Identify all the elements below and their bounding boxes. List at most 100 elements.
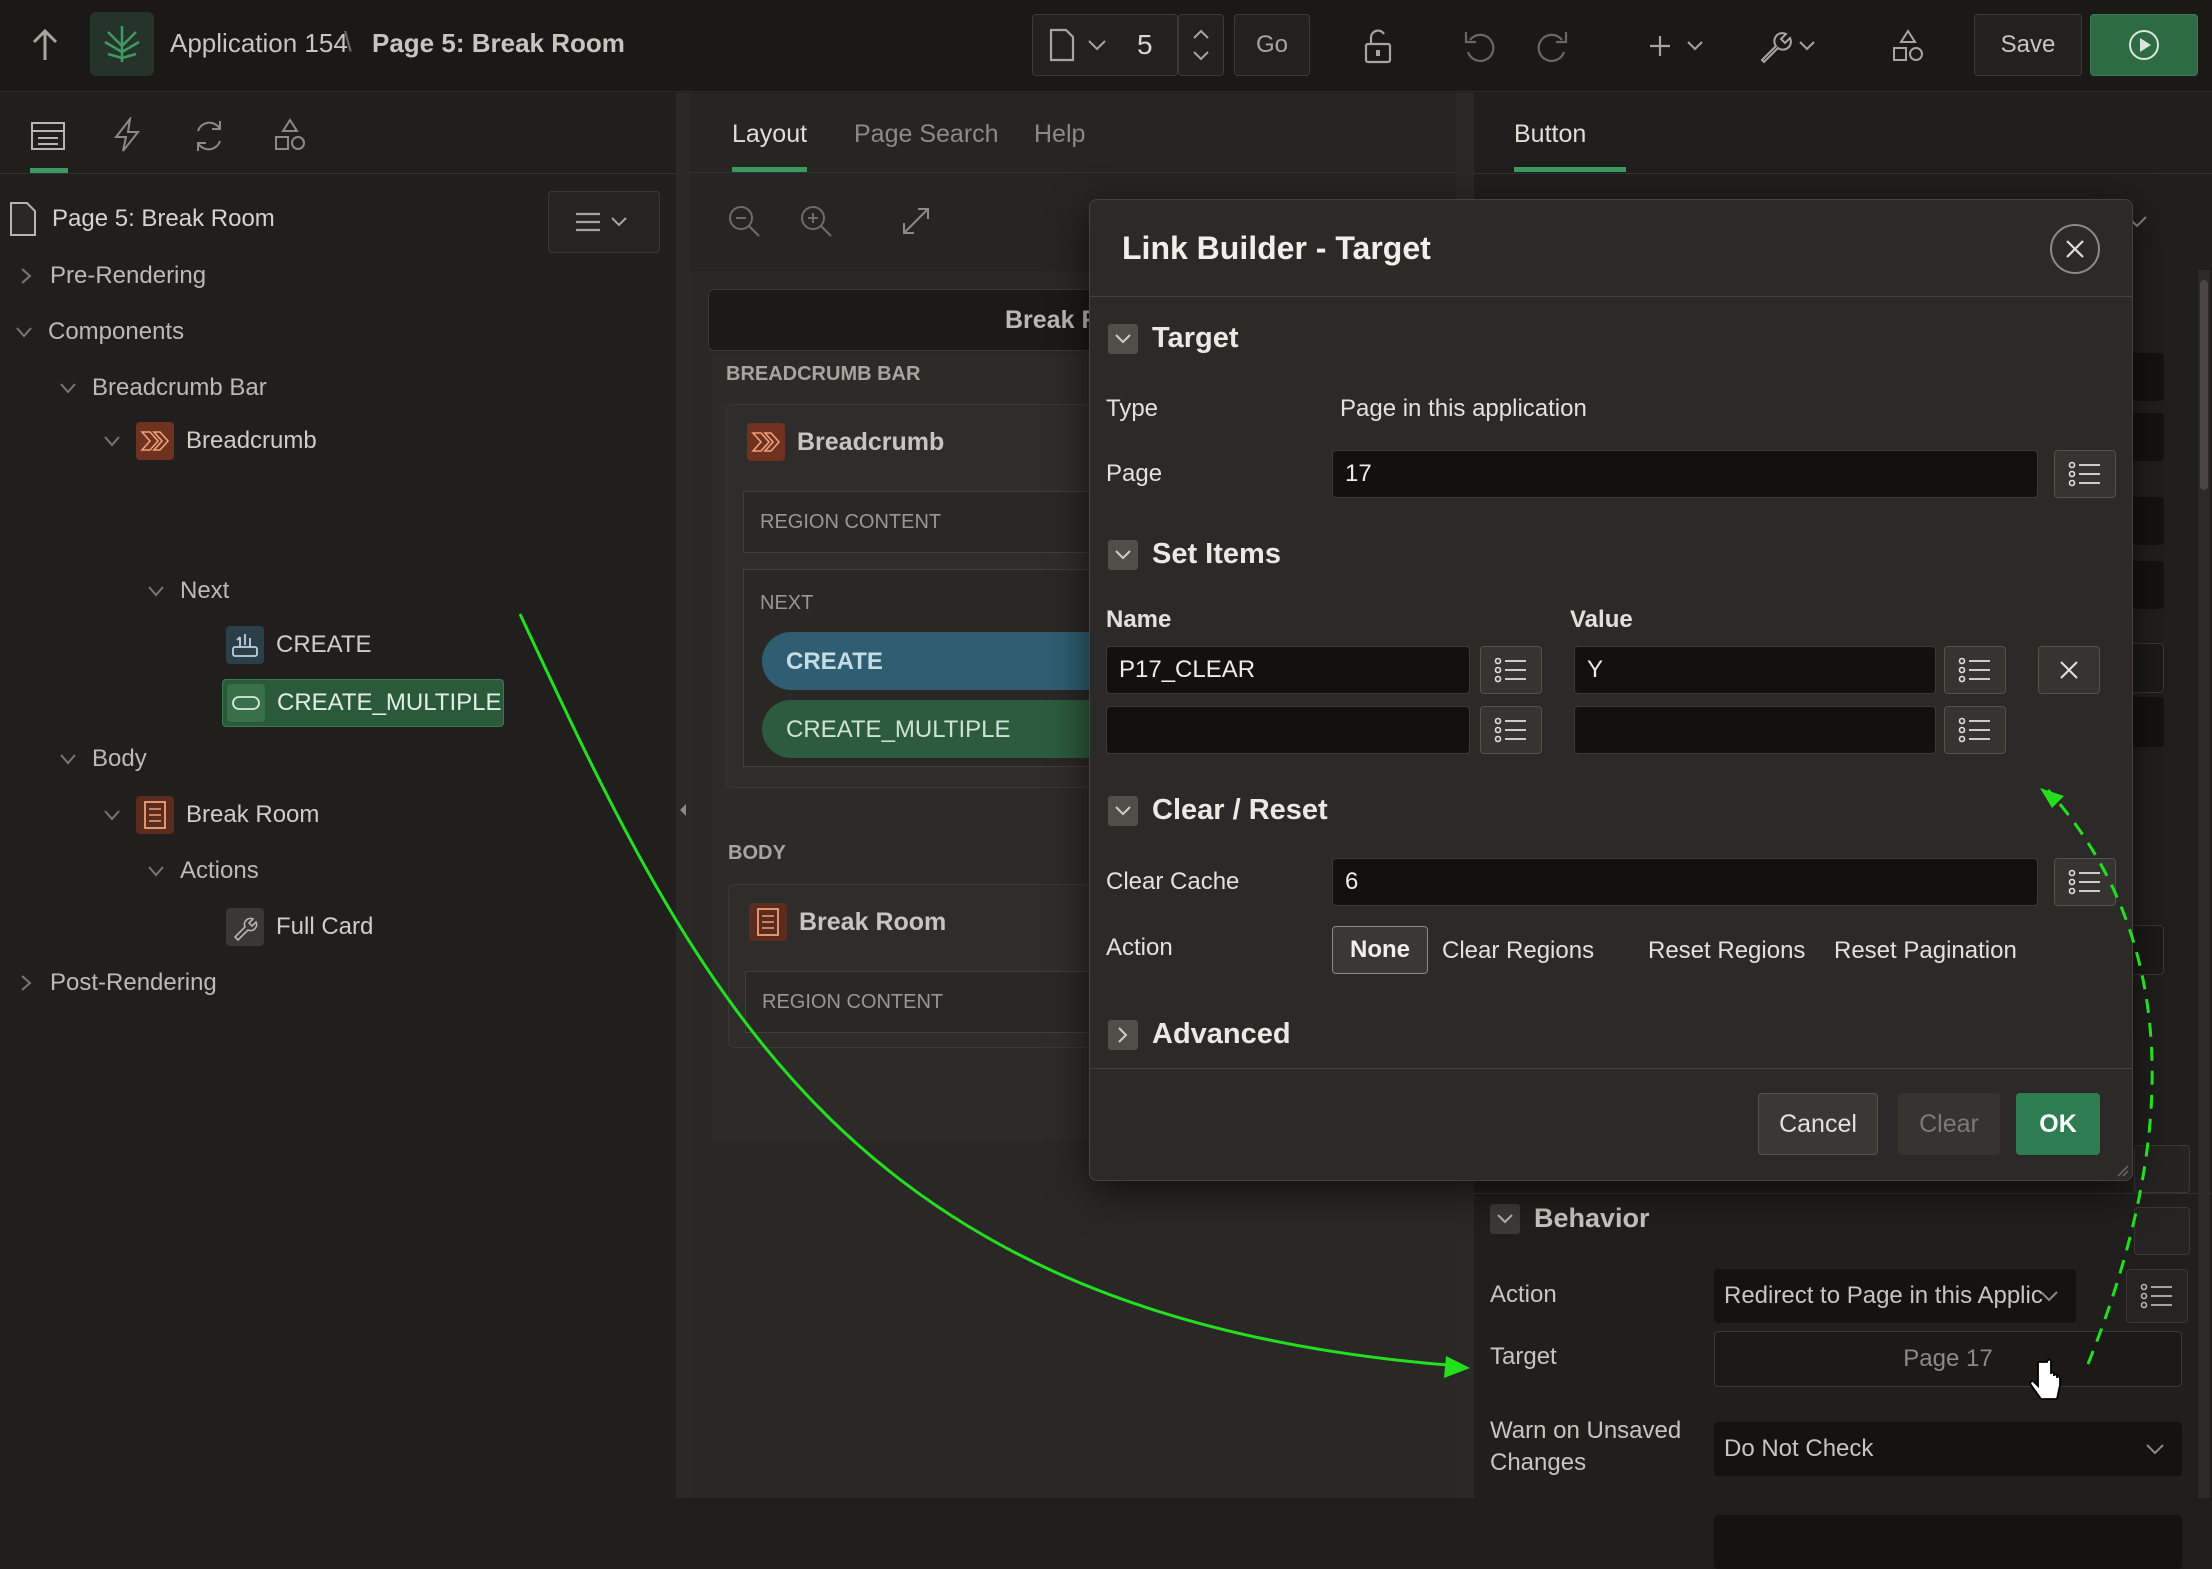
button-icon	[226, 626, 264, 664]
clear-cache-label: Clear Cache	[1106, 868, 1240, 895]
left-splitter[interactable]	[676, 93, 690, 1498]
advanced-section-header[interactable]: Advanced	[1108, 1018, 1291, 1051]
tree-page-node[interactable]: Page 5: Break Room	[8, 197, 275, 241]
shared-components-tab-icon[interactable]	[272, 117, 308, 153]
page-list-button[interactable]	[2054, 450, 2116, 498]
page-selector[interactable]: 5	[1032, 14, 1178, 76]
run-page-button[interactable]	[2090, 14, 2198, 76]
action-list-icon[interactable]	[2126, 1269, 2188, 1323]
dynamic-actions-tab-icon[interactable]	[112, 117, 142, 153]
tree-node-full-card[interactable]: Full Card	[226, 905, 373, 949]
tree-node-create[interactable]: CREATE	[226, 623, 372, 667]
top-toolbar: Application 154 \ Page 5: Break Room 5 G…	[0, 0, 2212, 92]
item-name-list-button[interactable]	[1480, 646, 1542, 694]
create-button-preview[interactable]: CREATE	[762, 632, 1108, 690]
target-link-button[interactable]: Page 17	[1714, 1331, 2182, 1387]
clear-reset-section-header[interactable]: Clear / Reset	[1108, 794, 1328, 827]
page-stepper[interactable]	[1178, 14, 1224, 76]
expand-icon[interactable]	[900, 205, 932, 237]
clear-cache-input[interactable]: 6	[1332, 858, 2038, 906]
list-icon	[2068, 461, 2100, 487]
item-value-list-button[interactable]	[1944, 706, 2006, 754]
properties-scrollbar[interactable]	[2198, 270, 2210, 1498]
action-option-none-selected[interactable]: None	[1332, 926, 1428, 974]
up-arrow-icon[interactable]	[28, 26, 62, 64]
tab-page-search[interactable]: Page Search	[854, 120, 999, 149]
redo-icon[interactable]	[1524, 18, 1580, 74]
tree-node-components[interactable]: Components	[14, 310, 184, 354]
active-tab-indicator	[1514, 167, 1626, 172]
tree-node-pre-rendering[interactable]: Pre-Rendering	[16, 254, 206, 298]
item-name-input[interactable]: P17_CLEAR	[1106, 646, 1470, 694]
cancel-button[interactable]: Cancel	[1758, 1093, 1878, 1155]
type-value[interactable]: Page in this application	[1340, 395, 1587, 423]
lock-icon[interactable]	[1350, 18, 1406, 74]
chevron-down-icon	[16, 327, 32, 338]
shared-components-icon[interactable]	[1880, 18, 1936, 74]
app-logo-icon[interactable]	[90, 12, 154, 76]
tab-layout[interactable]: Layout	[732, 120, 807, 149]
type-label: Type	[1106, 395, 1159, 422]
list-icon[interactable]	[2134, 1207, 2190, 1255]
item-value-input[interactable]: Y	[1574, 646, 1936, 694]
chevron-down-icon	[60, 754, 76, 765]
body-position-label: BODY	[728, 842, 786, 864]
remove-item-button[interactable]	[2038, 646, 2100, 694]
page-input[interactable]: 17	[1332, 450, 2038, 498]
zoom-out-icon[interactable]	[726, 203, 762, 239]
action-select[interactable]: Redirect to Page in this Applic	[1714, 1269, 2076, 1323]
value-column-header: Value	[1570, 606, 1633, 633]
tab-help[interactable]: Help	[1034, 120, 1085, 149]
close-dialog-button[interactable]	[2050, 224, 2100, 274]
clear-button[interactable]: Clear	[1898, 1093, 2000, 1155]
chevron-down-icon	[1108, 539, 1138, 570]
processing-tab-icon[interactable]	[190, 119, 228, 153]
undo-icon[interactable]	[1452, 18, 1508, 74]
page-header-bar: Break R	[708, 289, 1108, 351]
tree-node-break-room[interactable]: Break Room	[102, 793, 319, 837]
warn-unsaved-select-field[interactable]: Do Not Check	[1714, 1422, 2182, 1476]
set-items-section-header[interactable]: Set Items	[1108, 538, 1281, 571]
action-option-reset-pagination[interactable]: Reset Pagination	[1834, 937, 2017, 965]
go-button[interactable]: Go	[1234, 14, 1310, 76]
ok-button[interactable]: OK	[2016, 1093, 2100, 1155]
tree-node-actions[interactable]: Actions	[146, 849, 259, 893]
item-name-list-button[interactable]	[1480, 706, 1542, 754]
action-label: Action	[1490, 1281, 1557, 1308]
breadcrumb-region-card[interactable]: Breadcrumb REGION CONTENT NEXT CREATE CR…	[726, 404, 1108, 788]
action-option-clear-regions[interactable]: Clear Regions	[1442, 937, 1594, 965]
tree-node-create-multiple-selected[interactable]: CREATE_MULTIPLE	[222, 679, 504, 727]
action-option-reset-regions[interactable]: Reset Regions	[1648, 937, 1805, 965]
chevron-right-icon	[1108, 1019, 1138, 1050]
zoom-in-icon[interactable]	[798, 203, 834, 239]
list-icon[interactable]	[2134, 1145, 2190, 1193]
warn-unsaved-select[interactable]	[1714, 1515, 2182, 1569]
create-multiple-button-preview[interactable]: CREATE_MULTIPLE	[762, 700, 1108, 758]
target-section-header[interactable]: Target	[1108, 322, 1238, 355]
rendering-tab-icon[interactable]	[30, 121, 66, 151]
tree-node-breadcrumb[interactable]: Breadcrumb	[102, 419, 317, 463]
save-button[interactable]: Save	[1974, 14, 2082, 76]
clear-cache-list-button[interactable]	[2054, 858, 2116, 906]
tree-node-next[interactable]: Next	[146, 569, 229, 613]
tree-node-breadcrumb-bar[interactable]: Breadcrumb Bar	[58, 366, 267, 410]
chevron-down-icon	[60, 383, 76, 394]
dialog-title: Link Builder - Target	[1122, 230, 1431, 266]
app-name-link[interactable]: Application 154	[170, 28, 348, 59]
item-name-input-empty[interactable]	[1106, 706, 1470, 754]
reset-action-label: Action	[1106, 934, 1173, 961]
tab-button[interactable]: Button	[1514, 120, 1586, 149]
tree-node-post-rendering[interactable]: Post-Rendering	[16, 961, 217, 1005]
tree-node-body[interactable]: Body	[58, 737, 147, 781]
wrench-menu-icon[interactable]	[1748, 18, 1828, 74]
break-room-region-card[interactable]: Break Room REGION CONTENT	[728, 884, 1109, 1048]
item-value-input-empty[interactable]	[1574, 706, 1936, 754]
chevron-down-icon	[1490, 1203, 1520, 1234]
item-value-list-button[interactable]	[1944, 646, 2006, 694]
tree-menu-button[interactable]	[548, 191, 660, 253]
behavior-section-header[interactable]: Behavior	[1490, 1203, 1650, 1234]
close-icon	[2066, 240, 2084, 258]
page-number-input[interactable]: 5	[1137, 29, 1153, 61]
link-builder-dialog: Link Builder - Target Target Type Page i…	[1089, 199, 2133, 1181]
create-menu-plus-icon[interactable]	[1640, 18, 1716, 74]
